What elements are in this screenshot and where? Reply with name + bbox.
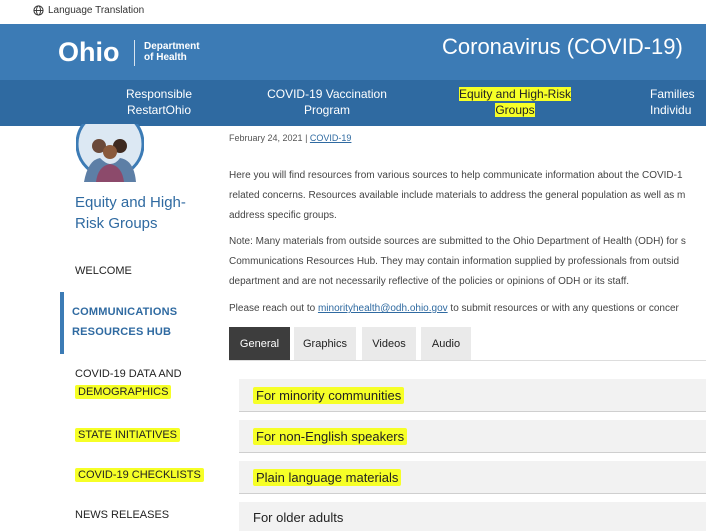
sidebar-label-line1: COMMUNICATIONS <box>72 306 178 318</box>
nav-item-responsible-restart-ohio[interactable]: Responsible RestartOhio <box>104 86 214 118</box>
logo-department-text: Department of Health <box>144 41 200 63</box>
accordion-minority-communities[interactable]: For minority communities <box>239 379 706 412</box>
sidebar-item-news-releases[interactable]: NEWS RELEASES <box>75 506 169 524</box>
paragraph-line: Note: Many materials from outside source… <box>229 236 686 247</box>
accordion-older-adults[interactable]: For older adults <box>239 502 706 531</box>
accordion-label: Plain language materials <box>253 469 402 486</box>
sidebar-item-communications-hub[interactable]: COMMUNICATIONS RESOURCES HUB <box>72 302 177 342</box>
sidebar-item-data-demographics[interactable]: COVID-19 DATA AND DEMOGRAPHICS <box>75 365 182 401</box>
paragraph-line: address specific groups. <box>229 210 337 221</box>
sidebar-active-indicator <box>60 292 64 354</box>
category-link[interactable]: COVID-19 <box>310 133 352 143</box>
language-translation-link[interactable]: Language Translation <box>48 5 144 16</box>
accordion-label: For older adults <box>253 510 344 525</box>
logo-divider <box>134 40 135 66</box>
contact-text: to submit resources or with any question… <box>447 303 679 314</box>
contact-paragraph: Please reach out to minorityhealth@odh.o… <box>229 299 706 319</box>
nav-item-equity-high-risk[interactable]: Equity and High-Risk Groups <box>452 86 578 118</box>
sidebar-label: STATE INITIATIVES <box>75 428 181 442</box>
tab-underline <box>229 360 706 361</box>
ohio-logo[interactable]: Ohio <box>58 37 120 67</box>
accordion-label: For minority communities <box>253 387 405 404</box>
logo-dept-line2: of Health <box>144 52 187 63</box>
nav-label-line2: Individu <box>650 103 692 117</box>
paragraph-line: Communications Resources Hub. They may c… <box>229 256 680 267</box>
sidebar-title: Equity and High-Risk Groups <box>75 194 186 232</box>
nav-label-line2: Groups <box>495 103 535 117</box>
sidebar-item-state-initiatives[interactable]: STATE INITIATIVES <box>75 426 181 444</box>
site-title[interactable]: Coronavirus (COVID-19) <box>442 34 683 60</box>
sidebar-label-line2: DEMOGRAPHICS <box>75 385 172 399</box>
globe-icon[interactable] <box>33 5 44 16</box>
nav-item-families-individuals[interactable]: Families Individu <box>650 86 706 118</box>
sidebar-item-checklists[interactable]: COVID-19 CHECKLISTS <box>75 466 204 484</box>
nav-label-line1: Families <box>650 87 695 101</box>
nav-label-line1: COVID-19 Vaccination <box>267 87 387 101</box>
logo-dept-line1: Department <box>144 41 200 52</box>
accordion-plain-language[interactable]: Plain language materials <box>239 461 706 494</box>
paragraph-line: related concerns. Resources available in… <box>229 190 686 201</box>
sidebar-item-welcome[interactable]: WELCOME <box>75 262 132 280</box>
meta-separator: | <box>305 133 308 143</box>
nav-label-line1: Responsible <box>125 87 193 101</box>
site-header: Ohio Department of Health Coronavirus (C… <box>0 24 706 80</box>
disclaimer-paragraph: Note: Many materials from outside source… <box>229 232 706 292</box>
people-group-icon <box>76 124 144 182</box>
email-link[interactable]: minorityhealth@odh.ohio.gov <box>318 303 448 314</box>
main-nav: Responsible RestartOhio COVID-19 Vaccina… <box>0 80 706 126</box>
nav-label-line2: RestartOhio <box>126 103 192 117</box>
accordion-non-english-speakers[interactable]: For non-English speakers <box>239 420 706 453</box>
post-date: February 24, 2021 <box>229 133 303 143</box>
tab-general[interactable]: General <box>229 327 290 361</box>
sidebar-label-line1: COVID-19 DATA AND <box>75 368 182 380</box>
tab-graphics[interactable]: Graphics <box>294 327 356 361</box>
sidebar-label-line2: RESOURCES HUB <box>72 326 172 338</box>
post-meta: February 24, 2021 | COVID-19 <box>229 133 351 143</box>
contact-text: Please reach out to <box>229 303 318 314</box>
tab-audio[interactable]: Audio <box>421 327 471 361</box>
nav-item-vaccination-program[interactable]: COVID-19 Vaccination Program <box>262 86 392 118</box>
language-bar: Language Translation <box>0 0 706 24</box>
nav-label-line1: Equity and High-Risk <box>458 87 572 101</box>
intro-paragraph: Here you will find resources from variou… <box>229 166 706 226</box>
paragraph-line: department and are not necessarily refle… <box>229 276 630 287</box>
logo-word: Ohio <box>58 37 120 67</box>
sidebar-label: COVID-19 CHECKLISTS <box>75 468 204 482</box>
paragraph-line: Here you will find resources from variou… <box>229 170 683 181</box>
nav-label-line2: Program <box>303 103 350 117</box>
accordion-label: For non-English speakers <box>253 428 408 445</box>
tab-videos[interactable]: Videos <box>362 327 416 361</box>
